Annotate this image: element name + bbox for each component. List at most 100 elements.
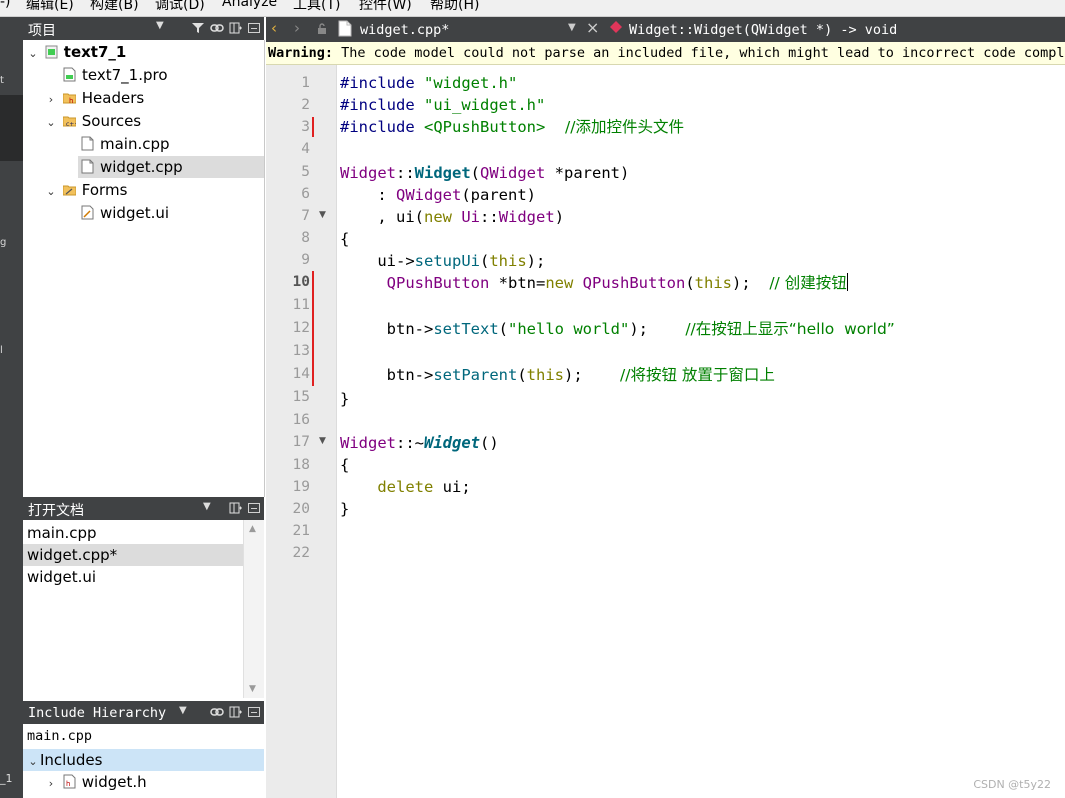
code-token: setText	[433, 320, 499, 338]
chevron-right-icon[interactable]: ›	[44, 773, 58, 795]
open-docs-scrollbar[interactable]: ▲ ▼	[243, 520, 264, 698]
chevron-down-icon[interactable]: ⌄	[26, 43, 40, 65]
code-line: {	[340, 456, 350, 474]
back-arrow-icon[interactable]: ‹	[271, 19, 277, 37]
code-token: Widget	[340, 164, 396, 182]
menu-debug[interactable]: 调试(D)	[155, 0, 205, 14]
code-line: }	[340, 500, 350, 518]
scroll-up-icon[interactable]: ▲	[249, 524, 256, 534]
tree-item-label: Sources	[81, 112, 142, 130]
tree-item-project[interactable]: ⌄ text7_1	[26, 41, 126, 63]
close-panel-icon[interactable]	[248, 503, 260, 513]
menu-edit[interactable]: 编辑(E)	[26, 0, 74, 14]
close-panel-icon[interactable]	[248, 707, 260, 717]
tree-item-widget-cpp[interactable]: widget.cpp	[78, 156, 264, 178]
line-number: 15	[292, 389, 310, 405]
line-number: 22	[292, 545, 310, 561]
code-token: "hello world"	[508, 320, 630, 338]
code-line: btn->setText("hello world"); //在按钮上显示“he…	[340, 318, 895, 340]
open-doc-item-selected[interactable]: widget.cpp*	[23, 544, 243, 566]
tree-item-widget-h[interactable]: › h widget.h	[44, 771, 147, 793]
project-tree: ⌄ text7_1 text7_1.pro › h Headers ⌄ c++ So…	[23, 40, 265, 497]
fold-arrow-icon[interactable]: ▼	[319, 436, 326, 446]
tree-item-includes[interactable]: ⌄ Includes	[23, 749, 264, 771]
chevron-down-icon[interactable]: ▼	[568, 22, 576, 33]
open-doc-item[interactable]: main.cpp	[23, 522, 243, 544]
include-hierarchy-header: Include Hierarchy ▼	[23, 701, 264, 724]
code-token: "ui_widget.h"	[424, 96, 546, 114]
warning-banner: Warning: The code model could not parse …	[266, 42, 1065, 65]
mode-edit-selected[interactable]	[0, 95, 23, 161]
split-icon[interactable]	[229, 705, 243, 719]
close-panel-icon[interactable]	[248, 23, 260, 33]
code-editor[interactable]: #include "widget.h" #include "ui_widget.…	[340, 72, 1065, 798]
chevron-down-icon[interactable]: ⌄	[44, 181, 58, 203]
line-number: 19	[292, 479, 310, 495]
line-number: 9	[301, 252, 310, 268]
menu-widgets[interactable]: 控件(W)	[359, 0, 412, 14]
tree-item-label: main.cpp	[100, 135, 170, 153]
ui-file-icon	[81, 205, 94, 220]
tree-item-sources[interactable]: ⌄ c++ Sources	[44, 110, 141, 132]
close-icon[interactable]: ×	[586, 18, 599, 37]
split-icon[interactable]	[229, 501, 243, 515]
symbol-selector[interactable]: Widget::Widget(QWidget *) -> void	[629, 22, 897, 38]
code-token: (	[498, 320, 508, 338]
menu-tools[interactable]: 工具(T)	[293, 0, 340, 14]
document-icon	[338, 20, 352, 41]
text-cursor	[846, 273, 848, 291]
code-token: *btn=	[489, 274, 546, 292]
menu-file[interactable]: -)	[0, 0, 11, 10]
qt-project-icon	[45, 45, 58, 59]
chevron-down-icon[interactable]: ▼	[179, 705, 187, 716]
mode-label-fragment[interactable]: t	[0, 75, 4, 86]
link-icon[interactable]	[210, 21, 224, 35]
code-token: QPushButton	[582, 274, 686, 292]
header-file-icon: h	[63, 774, 76, 789]
code-token: QWidget	[396, 186, 462, 204]
method-icon	[609, 20, 623, 38]
tree-item-headers[interactable]: › h Headers	[44, 87, 144, 109]
tree-item-widget-ui[interactable]: widget.ui	[81, 202, 169, 224]
code-token: Widget	[340, 434, 396, 452]
menu-build[interactable]: 构建(B)	[90, 0, 139, 14]
line-number: 14	[292, 366, 310, 382]
menu-analyze[interactable]: Analyze	[222, 0, 277, 10]
open-doc-item[interactable]: widget.ui	[23, 566, 243, 588]
code-line: , ui(new Ui::Widget)	[340, 206, 564, 228]
split-icon[interactable]	[229, 21, 243, 35]
scroll-down-icon[interactable]: ▼	[249, 684, 256, 694]
lock-icon[interactable]	[316, 22, 328, 39]
code-line: delete ui;	[340, 476, 471, 498]
fold-arrow-icon[interactable]: ▼	[319, 210, 326, 220]
mode-label-fragment[interactable]: g	[0, 237, 6, 248]
forward-arrow-icon[interactable]: ›	[294, 19, 300, 37]
chevron-right-icon[interactable]: ›	[44, 89, 58, 111]
tree-item-forms[interactable]: ⌄ Forms	[44, 179, 127, 201]
line-number: 20	[292, 501, 310, 517]
menu-help[interactable]: 帮助(H)	[430, 0, 479, 14]
tree-item-main-cpp[interactable]: main.cpp	[81, 133, 170, 155]
menu-bar: -) 编辑(E) 构建(B) 调试(D) Analyze 工具(T) 控件(W)…	[0, 0, 1065, 17]
chevron-down-icon[interactable]: ⌄	[44, 112, 58, 134]
chevron-down-icon[interactable]: ▼	[156, 20, 164, 31]
svg-text:h: h	[66, 780, 70, 788]
open-docs-title: 打开文档	[28, 503, 84, 519]
folder-sources-icon: c++	[62, 116, 76, 128]
mode-label-fragment[interactable]: l	[0, 345, 3, 356]
file-tab-label[interactable]: widget.cpp*	[360, 22, 449, 38]
line-number: 8	[301, 230, 310, 246]
mode-label-fragment[interactable]: _1	[0, 772, 13, 785]
chevron-down-icon[interactable]: ⌄	[26, 751, 40, 773]
code-token: QWidget	[480, 164, 546, 182]
open-docs-list: main.cpp widget.cpp* widget.ui ▲ ▼	[23, 520, 264, 698]
chevron-down-icon[interactable]: ▼	[203, 501, 211, 512]
link-icon[interactable]	[210, 705, 224, 719]
code-comment: //将按钮 放置于窗口上	[620, 366, 775, 384]
filter-icon[interactable]	[191, 21, 205, 35]
tree-item-pro-file[interactable]: text7_1.pro	[63, 64, 168, 86]
line-number: 18	[292, 457, 310, 473]
code-token: ui;	[433, 478, 471, 496]
